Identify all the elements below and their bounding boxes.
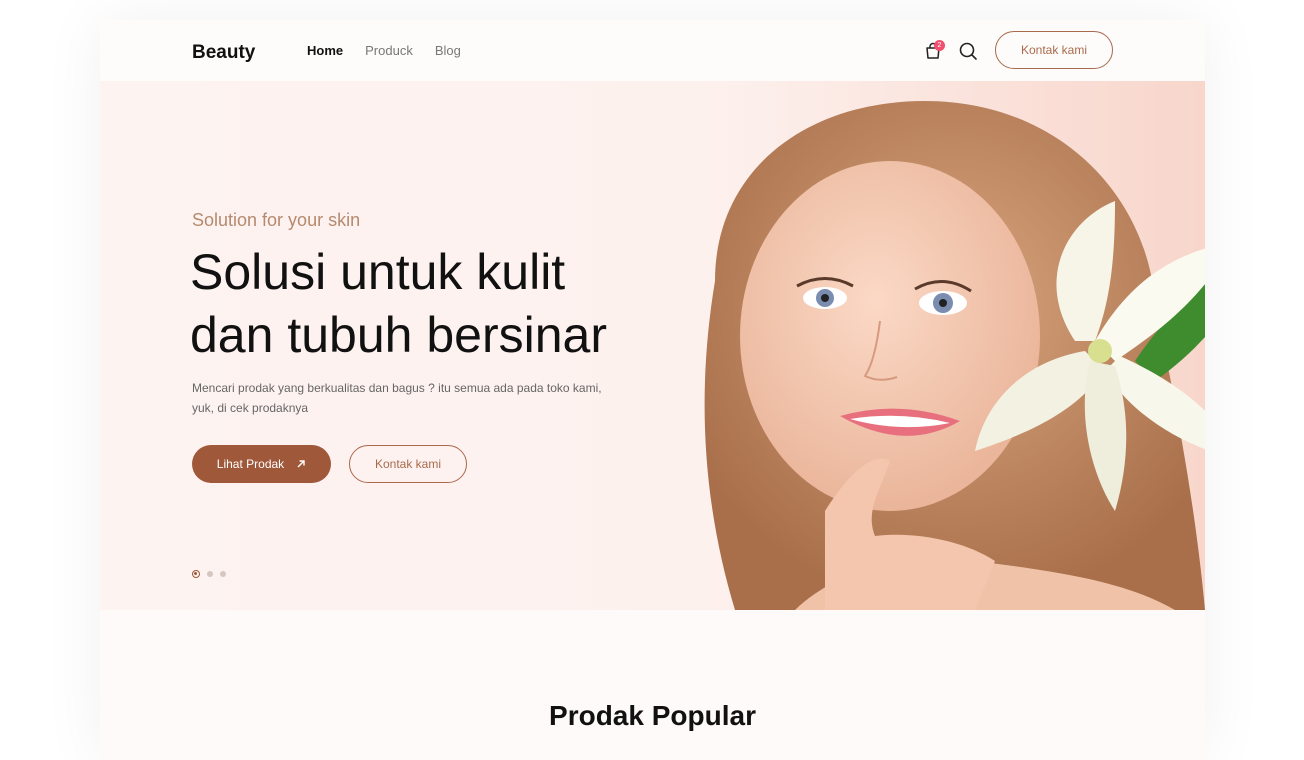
view-products-label: Lihat Prodak (216, 457, 285, 471)
hero-headline: Solusi untuk kulit dan tubuh bersinar (190, 241, 670, 367)
slide-dot-2[interactable] (207, 571, 213, 577)
top-navbar: Beauty Home Produck Blog 2 Kontak kami (100, 20, 1205, 81)
arrow-up-right-icon (297, 460, 305, 468)
search-icon[interactable] (958, 41, 978, 61)
contact-button-hero[interactable]: Kontak kami (349, 445, 467, 483)
view-products-button[interactable]: Lihat Prodak (192, 445, 331, 483)
hero-subtitle: Solution for your skin (192, 210, 361, 230)
contact-button-header[interactable]: Kontak kami (995, 31, 1113, 69)
cart-count-badge: 2 (934, 40, 945, 51)
slide-dot-3[interactable] (220, 571, 226, 577)
hero-headline-line-1: Solusi untuk kulit (190, 244, 566, 300)
page-frame: Beauty Home Produck Blog 2 Kontak kami S… (100, 20, 1205, 760)
hero-headline-line-2: dan tubuh bersinar (190, 307, 607, 363)
hero-description: Mencari prodak yang berkualitas dan bagu… (192, 381, 602, 415)
brand-logo[interactable]: Beauty (192, 42, 255, 64)
hero-banner: Solution for your skin Solusi untuk kuli… (100, 81, 1205, 610)
nav-item-home[interactable]: Home (307, 43, 343, 58)
slider-pagination (192, 570, 226, 578)
nav-item-blog[interactable]: Blog (435, 43, 461, 58)
popular-products-title: Prodak Popular (549, 700, 756, 731)
hero-model-image (704, 101, 1205, 610)
main-nav: Home Produck Blog (307, 43, 461, 58)
slide-dot-1[interactable] (192, 570, 200, 578)
nav-item-produck[interactable]: Produck (365, 43, 413, 58)
